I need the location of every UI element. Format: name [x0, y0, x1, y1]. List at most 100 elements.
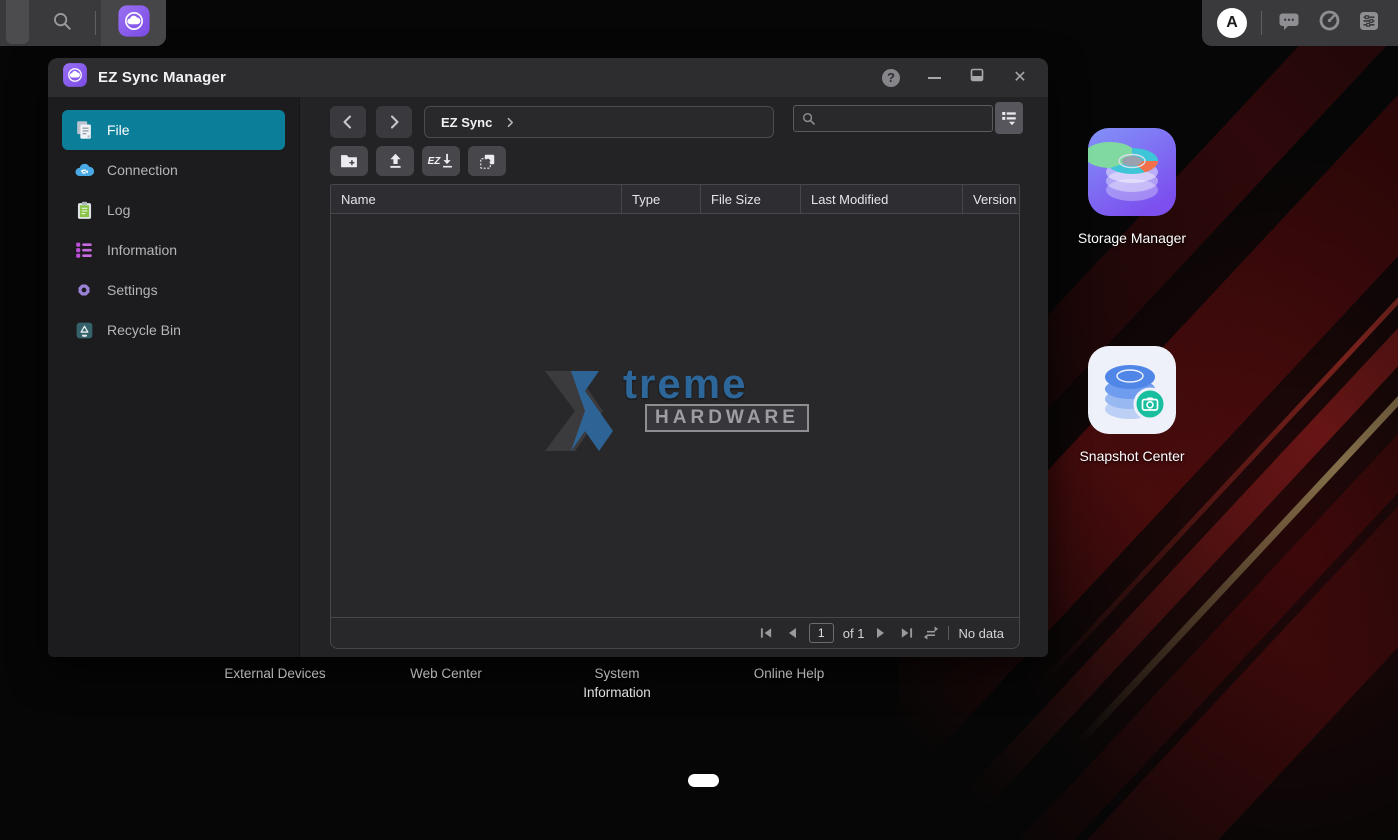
desktop-icon-snapshot-center[interactable]: Snapshot Center: [1072, 346, 1192, 464]
maximize-icon: [969, 67, 985, 88]
sidebar-item-log[interactable]: Log: [62, 190, 285, 230]
sidebar-item-file[interactable]: File: [62, 110, 285, 150]
ez-label: EZ: [428, 156, 441, 167]
sidebar-item-recycle-bin[interactable]: Recycle Bin: [62, 310, 285, 350]
help-button[interactable]: ?: [881, 68, 901, 88]
sidebar-item-settings[interactable]: Settings: [62, 270, 285, 310]
select-all-button[interactable]: [468, 146, 506, 176]
close-button[interactable]: ✕: [1010, 68, 1030, 88]
sidebar: File Connection Log Information: [48, 97, 300, 657]
chevron-right-icon: [505, 117, 516, 128]
avatar[interactable]: A: [1217, 8, 1247, 38]
search-input[interactable]: [822, 111, 992, 126]
label-line-1: System: [567, 664, 667, 683]
last-page-icon: [900, 627, 913, 639]
column-header-filesize[interactable]: File Size: [701, 185, 801, 213]
snapshot-center-icon: [1088, 346, 1176, 434]
system-monitor-button[interactable]: [1316, 10, 1342, 36]
sidebar-item-label: Settings: [107, 282, 158, 298]
refresh-icon: [923, 626, 939, 640]
desktop-icon-label-system-information[interactable]: System Information: [567, 664, 667, 702]
sidebar-item-label: Log: [107, 202, 130, 218]
next-page-button[interactable]: [873, 625, 889, 641]
download-arrow-icon: [441, 153, 454, 169]
taskbar-app-ezsync[interactable]: [101, 0, 166, 46]
breadcrumb-root[interactable]: EZ Sync: [441, 115, 492, 130]
ezsync-app-icon: [62, 62, 88, 93]
sidebar-item-label: Connection: [107, 162, 178, 178]
column-header-type[interactable]: Type: [622, 185, 701, 213]
watermark-brand-text: treme: [623, 365, 809, 403]
minimize-button[interactable]: [924, 68, 944, 88]
chat-icon: [1277, 9, 1301, 38]
xtreme-hardware-watermark: treme HARDWARE: [541, 365, 809, 457]
close-icon: ✕: [1013, 70, 1026, 86]
ezsync-manager-window: EZ Sync Manager ? ✕ File Conne: [48, 58, 1048, 657]
column-header-name[interactable]: Name: [331, 185, 622, 213]
maximize-button[interactable]: [967, 68, 987, 88]
view-mode-button[interactable]: [995, 102, 1023, 134]
sidebar-item-connection[interactable]: Connection: [62, 150, 285, 190]
search-field[interactable]: [793, 105, 993, 132]
pagination-bar: of 1 No data: [331, 617, 1019, 648]
taskbar-handle[interactable]: [6, 0, 29, 44]
desktop-icon-label: Storage Manager: [1072, 230, 1192, 246]
sidebar-item-label: Information: [107, 242, 177, 258]
titlebar[interactable]: EZ Sync Manager ? ✕: [48, 58, 1048, 97]
table-body-empty[interactable]: treme HARDWARE: [331, 214, 1019, 617]
gauge-icon: [1317, 8, 1342, 38]
first-page-icon: [760, 627, 773, 639]
search-button[interactable]: [40, 7, 84, 39]
select-all-icon: [478, 152, 497, 171]
help-icon: ?: [882, 69, 900, 87]
status-text: No data: [958, 626, 1004, 641]
taskbar-right: A: [1202, 0, 1398, 46]
ez-download-button[interactable]: EZ: [422, 146, 460, 176]
taskbar-divider: [1261, 11, 1262, 35]
chevron-right-icon: [386, 114, 402, 130]
notifications-button[interactable]: [1276, 10, 1302, 36]
page-count-label: of 1: [843, 626, 865, 641]
upload-button[interactable]: [376, 146, 414, 176]
table-header: Name Type File Size Last Modified Versio…: [331, 185, 1019, 214]
desktop-icon-label-online-help[interactable]: Online Help: [709, 664, 869, 683]
prev-page-button[interactable]: [784, 625, 800, 641]
cloud-sync-icon: [73, 159, 95, 181]
log-clipboard-icon: [73, 199, 95, 221]
page-number-input[interactable]: [809, 623, 834, 643]
back-button[interactable]: [330, 106, 366, 138]
taskbar-left: [0, 0, 166, 46]
desktop-icon-label-web-center[interactable]: Web Center: [366, 664, 526, 683]
recycle-bin-icon: [73, 319, 95, 341]
preferences-button[interactable]: [1356, 10, 1382, 36]
column-header-version[interactable]: Version: [963, 185, 1019, 213]
search-icon: [51, 10, 73, 37]
window-title: EZ Sync Manager: [98, 69, 858, 86]
first-page-button[interactable]: [759, 625, 775, 641]
prev-page-icon: [787, 627, 797, 639]
forward-button[interactable]: [376, 106, 412, 138]
taskbar-toggle-pill[interactable]: [688, 774, 719, 787]
file-panel: EZ Sync EZ: [300, 97, 1048, 657]
new-folder-button[interactable]: [330, 146, 368, 176]
info-list-icon: [73, 239, 95, 261]
storage-manager-icon: [1088, 128, 1176, 216]
label-line-2: Information: [567, 683, 667, 702]
column-header-modified[interactable]: Last Modified: [801, 185, 963, 213]
desktop-icon-storage-manager[interactable]: Storage Manager: [1072, 128, 1192, 246]
ezsync-app-icon: [117, 4, 151, 43]
desktop-icon-label: Snapshot Center: [1072, 448, 1192, 464]
file-icon: [73, 119, 95, 141]
breadcrumb[interactable]: EZ Sync: [424, 106, 774, 138]
list-view-icon: [1000, 109, 1018, 127]
next-page-icon: [876, 627, 886, 639]
refresh-button[interactable]: [923, 625, 939, 641]
watermark-sub-text: HARDWARE: [645, 404, 809, 432]
pagination-divider: [948, 626, 949, 640]
last-page-button[interactable]: [898, 625, 914, 641]
new-folder-icon: [339, 152, 359, 170]
gear-icon: [73, 279, 95, 301]
sidebar-item-information[interactable]: Information: [62, 230, 285, 270]
desktop-icon-label-external-devices[interactable]: External Devices: [195, 664, 355, 683]
minimize-icon: [928, 77, 941, 79]
